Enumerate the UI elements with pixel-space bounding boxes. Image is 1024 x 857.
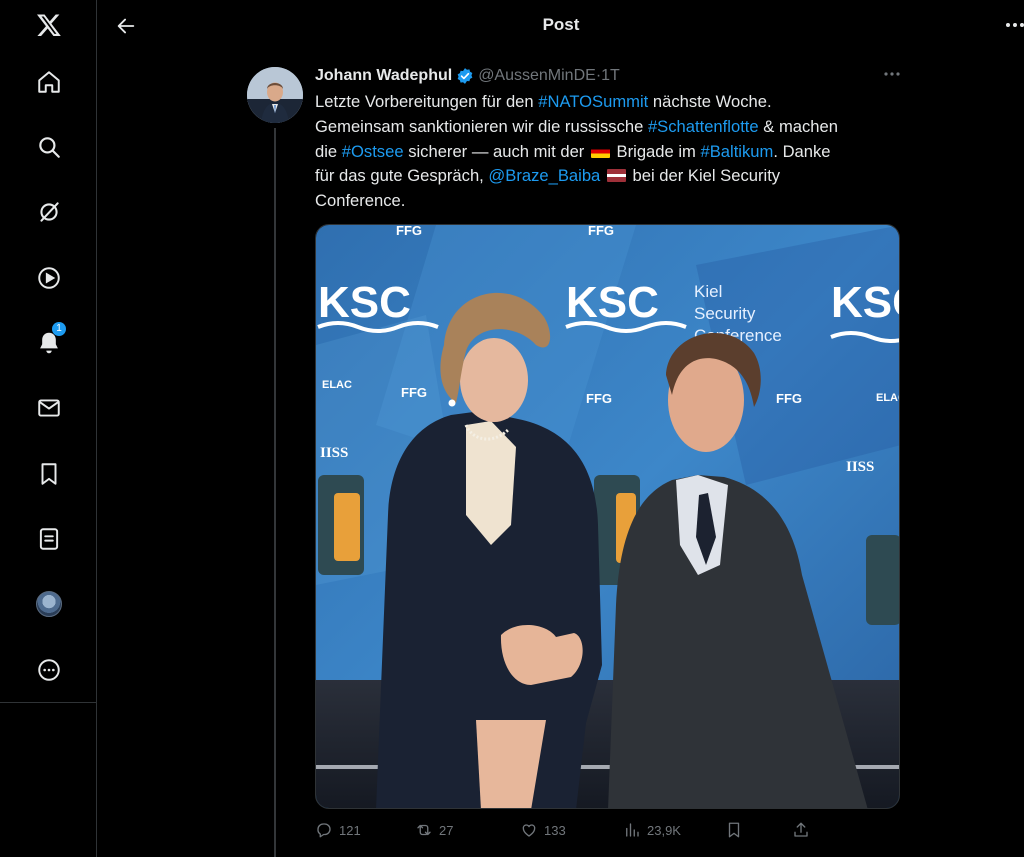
backdrop-logo: KSC (318, 278, 411, 327)
page-header: Post (98, 0, 1024, 52)
backdrop-name-1: Kiel (694, 282, 722, 301)
notifications-bell-icon[interactable]: 1 (24, 318, 74, 368)
page-title: Post (542, 15, 580, 34)
hashtag-baltikum[interactable]: #Baltikum (700, 142, 773, 161)
sponsor-logo: ELAC (322, 379, 352, 391)
tweet-text-span: Brigade im (611, 141, 701, 161)
sponsor-logo: IISS (846, 459, 874, 475)
sponsor-logo: FFG (401, 385, 427, 400)
share-button[interactable] (792, 818, 810, 842)
sponsor-logo: ELAC (876, 392, 900, 404)
verified-badge-icon (456, 67, 474, 85)
tweet-text-span: . Danke (773, 141, 831, 161)
tweet-text-line: Conference. (315, 189, 900, 214)
photo-illustration: KSC KSC KSC Kiel Security Conference FFG… (316, 225, 900, 808)
sponsor-logo: IISS (320, 445, 348, 461)
repost-count: 27 (439, 822, 454, 838)
tweet-text-line: Gemeinsam sanktionieren wir die russissc… (315, 115, 900, 140)
tweet-text-span: Gemeinsam sanktionieren wir die russissc… (315, 116, 648, 136)
author-avatar[interactable] (247, 67, 303, 123)
sponsor-logo: FFG (396, 225, 422, 238)
tweet-timestamp[interactable]: 1T (601, 67, 620, 85)
germany-flag-icon (590, 144, 610, 158)
tweet-text-span: die (315, 141, 342, 161)
hashtag-natosummit[interactable]: #NATOSummit (538, 92, 648, 111)
tweet-text-span: sicherer — auch mit der (403, 141, 589, 161)
tweet-text-span: & machen (758, 116, 838, 136)
search-icon[interactable] (24, 122, 74, 172)
sidebar: 1 (0, 0, 97, 857)
home-icon[interactable] (24, 57, 74, 107)
video-icon[interactable] (24, 253, 74, 303)
bookmarks-icon[interactable] (24, 449, 74, 499)
backdrop-logo: KSC (831, 278, 900, 327)
lists-icon[interactable] (24, 514, 74, 564)
tweet-text-line: für das gute Gespräch, @Braze_Baiba bei … (315, 164, 900, 189)
hashtag-schattenflotte[interactable]: #Schattenflotte (648, 117, 759, 136)
tweet-header: Johann Wadephul @AussenMinDE · 1T (315, 65, 620, 87)
reply-icon (317, 823, 331, 838)
profile-avatar-button[interactable] (24, 579, 74, 629)
tweet-more-icon[interactable] (880, 64, 904, 84)
backdrop-name-2: Security (694, 304, 756, 323)
like-count: 133 (544, 822, 566, 838)
tweet-actions-bar: 121 27 133 23,9K (315, 818, 900, 842)
backdrop-logo: KSC (566, 278, 659, 327)
hashtag-ostsee[interactable]: #Ostsee (342, 142, 404, 161)
header-more-icon[interactable] (1002, 12, 1024, 38)
tweet-text-line: die #Ostsee sicherer — auch mit der Brig… (315, 140, 900, 165)
x-logo-icon-glyph (36, 14, 61, 37)
bookmark-icon (728, 822, 740, 838)
tweet-text-line: Letzte Vorbereitungen für den #NATOSummi… (315, 90, 900, 115)
latvia-flag-icon (606, 169, 626, 183)
heart-icon (522, 824, 536, 837)
reply-button[interactable]: 121 (315, 818, 361, 842)
reply-count: 121 (339, 822, 361, 838)
views-chart-icon (626, 823, 639, 837)
author-name[interactable]: Johann Wadephul (315, 67, 452, 85)
mention-braze-baiba[interactable]: @Braze_Baiba (488, 166, 600, 185)
views-button[interactable]: 23,9K (623, 818, 681, 842)
tweet-photo[interactable]: KSC KSC KSC Kiel Security Conference FFG… (315, 224, 900, 809)
sponsor-logo: FFG (588, 225, 614, 238)
sponsor-logo: FFG (776, 391, 802, 406)
x-logo-icon[interactable] (24, 0, 74, 50)
like-button[interactable]: 133 (520, 818, 566, 842)
more-options-circle-icon[interactable] (24, 645, 74, 695)
author-handle[interactable]: @AussenMinDE (478, 67, 596, 85)
tweet-text: Letzte Vorbereitungen für den #NATOSummi… (315, 90, 900, 214)
sidebar-divider (0, 702, 97, 703)
tweet-text-span: nächste Woche. (648, 92, 772, 111)
messages-envelope-icon[interactable] (24, 383, 74, 433)
repost-button[interactable]: 27 (415, 818, 453, 842)
repost-icon (417, 824, 431, 836)
tweet-text-span: Letzte Vorbereitungen für den (315, 92, 539, 111)
tweet-text-span: für das gute Gespräch, (315, 166, 489, 186)
tweet-text-span: Conference. (315, 191, 406, 211)
grok-icon[interactable] (24, 187, 74, 237)
tweet-text-span: bei der Kiel Security (627, 166, 781, 186)
notifications-badge: 1 (52, 322, 66, 336)
sponsor-logo: FFG (586, 391, 612, 406)
bookmark-button[interactable] (725, 818, 743, 842)
thread-line (274, 128, 276, 857)
avatar (36, 591, 62, 617)
views-count: 23,9K (647, 822, 681, 838)
share-icon (794, 822, 808, 837)
